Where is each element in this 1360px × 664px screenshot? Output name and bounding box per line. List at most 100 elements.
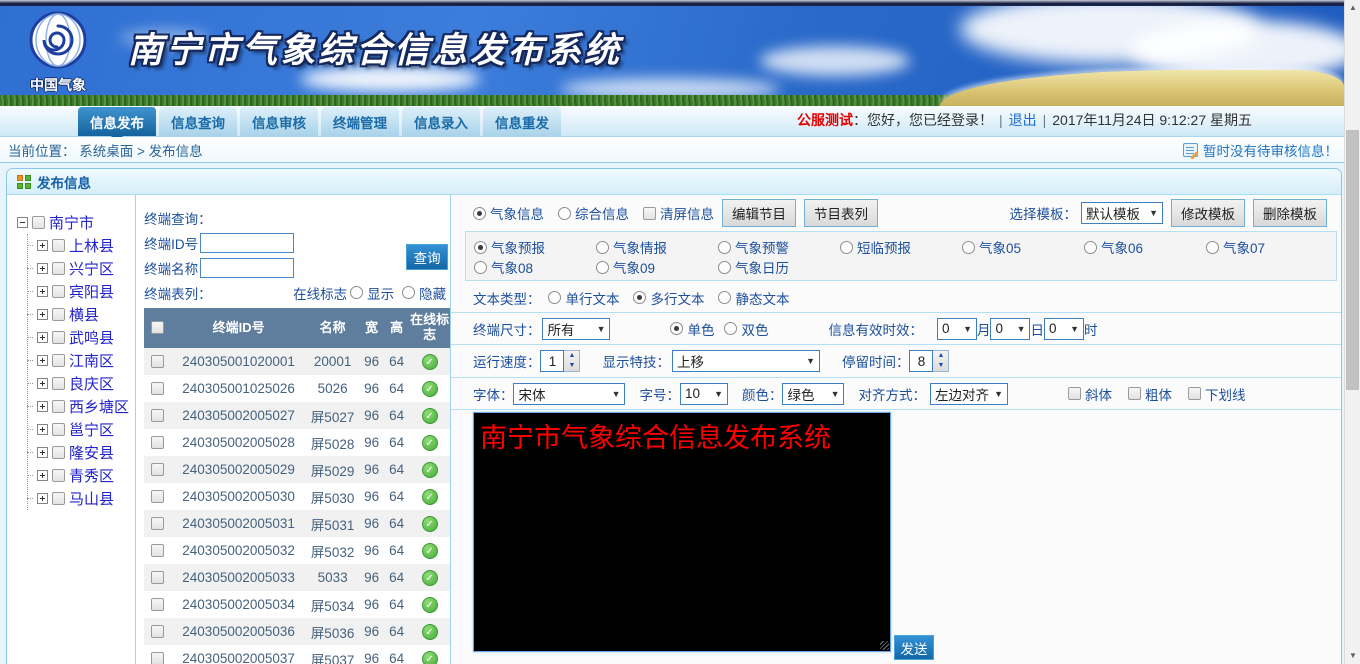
terminal-row[interactable]: 240305002005036 屏5036 96 64 ✓ xyxy=(144,618,450,645)
audit-notice[interactable]: 暂时没有待审核信息！ xyxy=(1183,140,1344,160)
row-checkbox[interactable] xyxy=(151,625,164,638)
radio-option[interactable]: 气象05 xyxy=(962,237,1084,257)
radio-icon[interactable] xyxy=(548,291,561,304)
template-select[interactable]: 默认模板▼ xyxy=(1081,202,1163,224)
radio-option[interactable]: 气象07 xyxy=(1206,237,1328,257)
validity-hour-select[interactable]: 0▼ xyxy=(1044,318,1084,340)
checkbox-option[interactable]: 粗体 xyxy=(1128,384,1172,404)
font-select[interactable]: 宋体▼ xyxy=(513,383,625,405)
tree-checkbox[interactable] xyxy=(52,331,65,344)
tree-checkbox[interactable] xyxy=(52,262,65,275)
radio-icon[interactable] xyxy=(718,261,731,274)
scroll-down-icon[interactable]: ▼ xyxy=(1345,648,1360,664)
row-checkbox[interactable] xyxy=(151,463,164,476)
tree-checkbox[interactable] xyxy=(52,377,65,390)
radio-icon[interactable] xyxy=(596,241,609,254)
row-checkbox[interactable] xyxy=(151,490,164,503)
radio-icon[interactable] xyxy=(962,241,975,254)
terminal-row[interactable]: 240305002005028 屏5028 96 64 ✓ xyxy=(144,429,450,456)
expand-plus-icon[interactable] xyxy=(37,447,48,458)
tree-checkbox[interactable] xyxy=(52,492,65,505)
speed-spinner[interactable]: 1 ▲▼ xyxy=(540,350,580,372)
nav-tab[interactable]: 信息查询 xyxy=(159,107,237,136)
tree-item[interactable]: 上林县 xyxy=(27,234,135,257)
radio-icon[interactable] xyxy=(402,286,415,299)
radio-option[interactable]: 短临预报 xyxy=(840,237,962,257)
checkbox-option[interactable]: 下划线 xyxy=(1188,384,1246,404)
radio-option[interactable]: 综合信息 xyxy=(558,203,629,223)
expand-plus-icon[interactable] xyxy=(37,401,48,412)
terminal-row[interactable]: 240305002005029 屏5029 96 64 ✓ xyxy=(144,456,450,483)
vertical-scrollbar[interactable]: ▲ ▼ xyxy=(1344,0,1360,664)
terminal-row[interactable]: 240305002005030 屏5030 96 64 ✓ xyxy=(144,483,450,510)
tree-item[interactable]: 隆安县 xyxy=(27,441,135,464)
terminal-size-select[interactable]: 所有▼ xyxy=(542,318,610,340)
terminal-row[interactable]: 240305002005027 屏5027 96 64 ✓ xyxy=(144,402,450,429)
expand-plus-icon[interactable] xyxy=(37,240,48,251)
collapse-minus-icon[interactable] xyxy=(17,217,28,228)
radio-icon[interactable] xyxy=(474,241,487,254)
tree-checkbox[interactable] xyxy=(52,354,65,367)
tree-item[interactable]: 西乡塘区 xyxy=(27,395,135,418)
tree-root[interactable]: 南宁市 xyxy=(17,211,135,234)
clear-screen-checkbox[interactable] xyxy=(643,207,656,220)
expand-plus-icon[interactable] xyxy=(37,378,48,389)
logout-link[interactable]: 退出 xyxy=(1009,110,1037,130)
search-button[interactable]: 查询 xyxy=(406,244,448,270)
radio-icon[interactable] xyxy=(670,322,683,335)
tree-checkbox[interactable] xyxy=(52,400,65,413)
spin-up-icon[interactable]: ▲ xyxy=(933,351,948,361)
radio-icon[interactable] xyxy=(724,322,737,335)
radio-icon[interactable] xyxy=(718,291,731,304)
validity-day-select[interactable]: 0▼ xyxy=(990,318,1030,340)
tree-checkbox[interactable] xyxy=(52,285,65,298)
row-checkbox[interactable] xyxy=(151,355,164,368)
spin-down-icon[interactable]: ▼ xyxy=(933,361,948,371)
radio-option[interactable]: 显示 xyxy=(350,283,394,303)
tree-item[interactable]: 兴宁区 xyxy=(27,257,135,280)
radio-icon[interactable] xyxy=(473,207,486,220)
tree-item[interactable]: 宾阳县 xyxy=(27,280,135,303)
radio-icon[interactable] xyxy=(558,207,571,220)
tree-item[interactable]: 邕宁区 xyxy=(27,418,135,441)
radio-icon[interactable] xyxy=(718,241,731,254)
color-select[interactable]: 绿色▼ xyxy=(782,383,844,405)
nav-tab[interactable]: 信息审核 xyxy=(240,107,318,136)
radio-icon[interactable] xyxy=(1084,241,1097,254)
tree-item[interactable]: 横县 xyxy=(27,303,135,326)
delete-template-button[interactable]: 删除模板 xyxy=(1253,199,1327,227)
terminal-row[interactable]: 240305002005032 屏5032 96 64 ✓ xyxy=(144,537,450,564)
tree-checkbox[interactable] xyxy=(52,446,65,459)
expand-plus-icon[interactable] xyxy=(37,286,48,297)
row-checkbox[interactable] xyxy=(151,517,164,530)
row-checkbox[interactable] xyxy=(151,652,164,664)
tree-checkbox[interactable] xyxy=(52,239,65,252)
validity-month-select[interactable]: 0▼ xyxy=(937,318,977,340)
row-checkbox[interactable] xyxy=(151,436,164,449)
radio-option[interactable]: 气象预报 xyxy=(474,237,596,257)
terminal-row[interactable]: 240305002005033 5033 96 64 ✓ xyxy=(144,564,450,591)
radio-option[interactable]: 气象信息 xyxy=(473,203,544,223)
expand-plus-icon[interactable] xyxy=(37,355,48,366)
select-all-checkbox[interactable] xyxy=(151,321,164,334)
breadcrumb-path[interactable]: 系统桌面 > 发布信息 xyxy=(79,144,202,159)
radio-option[interactable]: 气象08 xyxy=(474,257,596,277)
checkbox-icon[interactable] xyxy=(1128,387,1141,400)
tree-item[interactable]: 江南区 xyxy=(27,349,135,372)
expand-plus-icon[interactable] xyxy=(37,332,48,343)
radio-option[interactable]: 隐藏 xyxy=(402,283,446,303)
checkbox-option[interactable]: 斜体 xyxy=(1068,384,1112,404)
tree-checkbox[interactable] xyxy=(32,216,45,229)
spin-down-icon[interactable]: ▼ xyxy=(564,361,579,371)
tree-item[interactable]: 青秀区 xyxy=(27,464,135,487)
radio-option[interactable]: 双色 xyxy=(724,319,768,339)
radio-icon[interactable] xyxy=(350,286,363,299)
terminal-id-input[interactable] xyxy=(200,233,294,253)
checkbox-icon[interactable] xyxy=(1188,387,1201,400)
row-checkbox[interactable] xyxy=(151,382,164,395)
tree-item[interactable]: 武鸣县 xyxy=(27,326,135,349)
send-button[interactable]: 发送 xyxy=(894,635,934,660)
effect-select[interactable]: 上移▼ xyxy=(672,350,820,372)
row-checkbox[interactable] xyxy=(151,571,164,584)
stay-spinner[interactable]: 8 ▲▼ xyxy=(909,350,949,372)
